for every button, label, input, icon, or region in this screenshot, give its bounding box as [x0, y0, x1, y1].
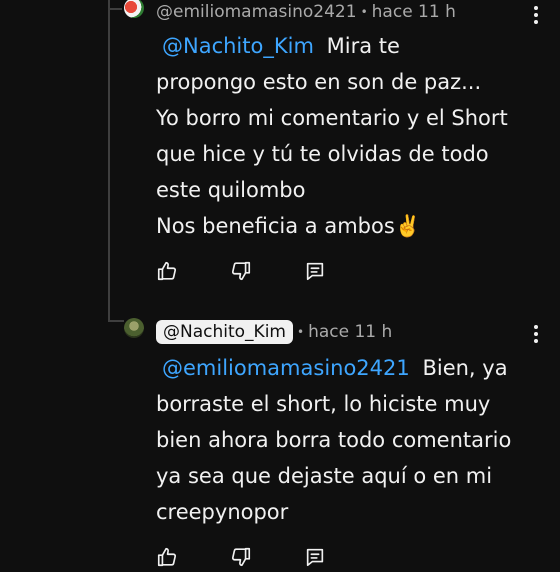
thread-line — [108, 0, 110, 322]
timestamp[interactable]: hace 11 h — [308, 322, 392, 342]
thread-connector — [108, 8, 122, 10]
avatar[interactable] — [124, 318, 144, 338]
author-name[interactable]: @Nachito_Kim — [156, 320, 293, 344]
author-name[interactable]: @emiliomamasino2421 — [156, 2, 357, 22]
comment-line: borraste el short, lo hiciste muy — [156, 392, 491, 416]
mention-link[interactable]: @Nachito_Kim — [162, 34, 314, 58]
comment-line: creepynopor — [156, 500, 289, 524]
separator-dot: • — [296, 325, 305, 339]
comment-line: propongo esto en son de paz... — [156, 70, 482, 94]
more-vert-icon[interactable] — [534, 325, 538, 343]
timestamp[interactable]: hace 11 h — [372, 2, 456, 22]
reply-icon[interactable] — [304, 546, 326, 568]
thumb-up-icon[interactable] — [156, 260, 178, 282]
comment-line: Bien, ya — [422, 356, 508, 380]
thumb-up-icon[interactable] — [156, 546, 178, 568]
comment-text: @Nachito_Kim Mira te propongo esto en so… — [156, 28, 546, 244]
more-vert-icon[interactable] — [534, 6, 538, 24]
comment-line: Mira te — [326, 34, 400, 58]
separator-dot: • — [360, 5, 368, 19]
thumb-down-icon[interactable] — [230, 546, 252, 568]
thumb-down-icon[interactable] — [230, 260, 252, 282]
comment-line: bien ahora borra todo comentario — [156, 428, 512, 452]
comment-line: Yo borro mi comentario y el Short — [156, 106, 508, 130]
reply-icon[interactable] — [304, 260, 326, 282]
comment-meta: @Nachito_Kim • hace 11 h — [156, 320, 392, 344]
comment-meta: @emiliomamasino2421 • hace 11 h — [156, 2, 456, 22]
comment-text: @emiliomamasino2421 Bien, ya borraste el… — [156, 350, 546, 530]
comment-line: este quilombo — [156, 178, 306, 202]
comment-actions — [156, 546, 378, 568]
comment-actions — [156, 260, 378, 282]
comment-line: Nos beneficia a ambos✌️ — [156, 214, 421, 238]
mention-link[interactable]: @emiliomamasino2421 — [162, 356, 410, 380]
avatar[interactable] — [124, 0, 144, 18]
thread-connector — [108, 320, 124, 322]
comment-line: que hice y tú te olvidas de todo — [156, 142, 489, 166]
comment-line: ya sea que dejaste aquí o en mi — [156, 464, 493, 488]
